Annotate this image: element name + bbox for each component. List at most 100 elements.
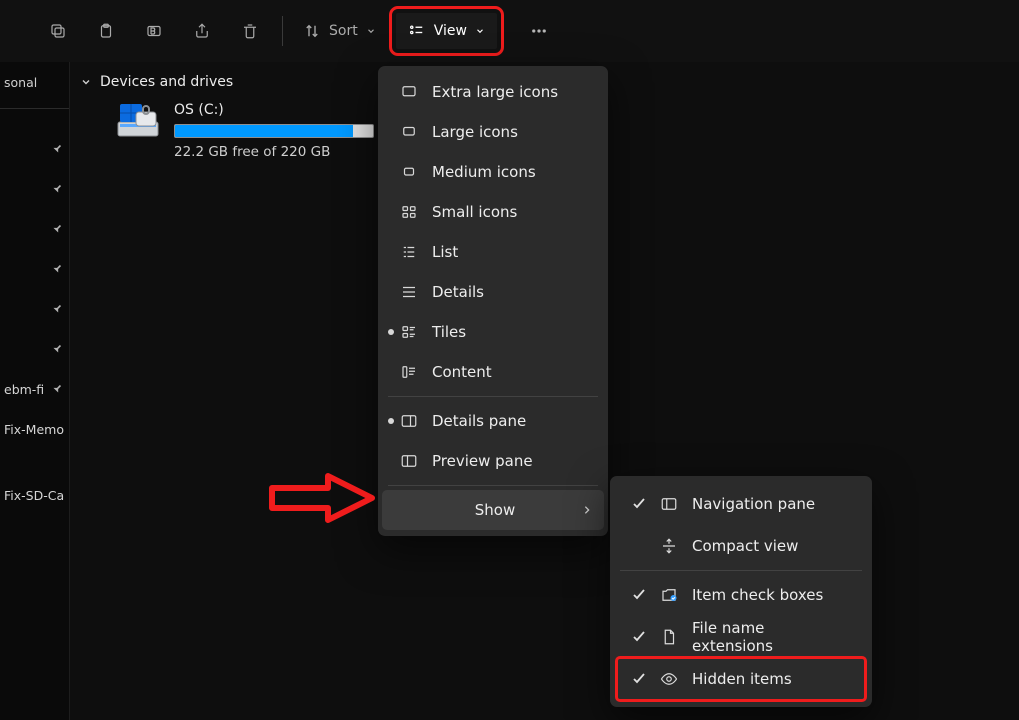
menu-item-label: Details pane	[432, 412, 526, 430]
menu-item-medium-icons[interactable]: Medium icons	[382, 152, 604, 192]
chevron-right-icon	[582, 505, 592, 515]
menu-item-details-pane[interactable]: Details pane	[382, 401, 604, 441]
menu-item-extra-large-icons[interactable]: Extra large icons	[382, 72, 604, 112]
pin-icon	[49, 221, 65, 237]
sidebar-item-pin-1[interactable]	[0, 129, 69, 169]
preview-pane-icon	[400, 452, 418, 470]
drive-usage-bar	[174, 124, 374, 138]
submenu-item-label: Compact view	[692, 537, 798, 555]
menu-item-label: List	[432, 243, 458, 261]
drive-name: OS (C:)	[174, 102, 374, 118]
sidebar-item-ebmfi[interactable]: ebm-fi	[0, 369, 69, 409]
menu-divider	[388, 485, 598, 486]
sidebar-item-personal[interactable]: sonal	[0, 62, 69, 102]
menu-item-label: Preview pane	[432, 452, 533, 470]
menu-item-large-icons[interactable]: Large icons	[382, 112, 604, 152]
compact-view-icon	[660, 537, 678, 555]
submenu-item-compact-view[interactable]: Compact view	[618, 526, 864, 566]
submenu-item-label: File name extensions	[692, 619, 850, 655]
pin-icon	[49, 301, 65, 317]
details-icon	[400, 283, 418, 301]
sidebar-item-label: sonal	[4, 75, 37, 90]
check-icon	[632, 630, 646, 644]
sidebar-item-pin-6[interactable]	[0, 329, 69, 369]
medium-icons-icon	[400, 163, 418, 181]
menu-item-label: Show	[400, 501, 590, 519]
menu-item-label: Content	[432, 363, 492, 381]
drive-icon	[116, 102, 160, 142]
check-icon	[632, 672, 646, 686]
check-icon	[632, 588, 646, 602]
menu-item-tiles[interactable]: Tiles	[382, 312, 604, 352]
list-icon	[400, 243, 418, 261]
menu-item-label: Tiles	[432, 323, 466, 341]
submenu-item-hidden-items[interactable]: Hidden items	[618, 659, 864, 699]
sidebar-item-label: ebm-fi	[4, 382, 44, 397]
drive-usage-fill	[175, 125, 353, 137]
sidebar-divider	[0, 108, 69, 109]
menu-item-label: Large icons	[432, 123, 518, 141]
section-title: Devices and drives	[100, 74, 233, 90]
menu-item-preview-pane[interactable]: Preview pane	[382, 441, 604, 481]
pin-icon	[49, 341, 65, 357]
submenu-item-navigation-pane[interactable]: Navigation pane	[618, 484, 864, 524]
sidebar-item-label: Fix-Memo	[4, 422, 64, 437]
menu-item-small-icons[interactable]: Small icons	[382, 192, 604, 232]
tiles-icon	[400, 323, 418, 341]
toolbar: Sort View	[0, 0, 1019, 62]
copy-button[interactable]	[36, 11, 80, 51]
item-checkboxes-icon	[660, 586, 678, 604]
sidebar-item-pin-3[interactable]	[0, 209, 69, 249]
menu-item-details[interactable]: Details	[382, 272, 604, 312]
submenu-item-label: Hidden items	[692, 670, 792, 688]
menu-item-list[interactable]: List	[382, 232, 604, 272]
drive-free-text: 22.2 GB free of 220 GB	[174, 144, 374, 160]
menu-item-label: Medium icons	[432, 163, 536, 181]
annotation-arrow	[268, 472, 376, 524]
pin-icon	[49, 261, 65, 277]
sidebar-item-fixsdca[interactable]: Fix-SD-Ca	[0, 475, 69, 515]
sidebar-item-pin-4[interactable]	[0, 249, 69, 289]
pin-icon	[49, 381, 65, 397]
share-button[interactable]	[180, 11, 224, 51]
sidebar-item-pin-2[interactable]	[0, 169, 69, 209]
menu-item-label: Extra large icons	[432, 83, 558, 101]
small-icons-icon	[400, 203, 418, 221]
delete-button[interactable]	[228, 11, 272, 51]
rename-button[interactable]	[132, 11, 176, 51]
large-icons-icon	[400, 123, 418, 141]
pin-icon	[49, 181, 65, 197]
submenu-item-file-name-extensions[interactable]: File name extensions	[618, 617, 864, 657]
sidebar-item-fixmemo[interactable]: Fix-Memo	[0, 409, 69, 449]
check-icon	[632, 497, 646, 511]
menu-divider	[388, 396, 598, 397]
view-button[interactable]: View	[396, 13, 497, 49]
submenu-item-item-check-boxes[interactable]: Item check boxes	[618, 575, 864, 615]
content-icon	[400, 363, 418, 381]
file-extensions-icon	[660, 628, 678, 646]
view-label: View	[434, 23, 467, 39]
view-menu: Extra large icons Large icons Medium ico…	[378, 66, 608, 536]
chevron-down-icon	[80, 76, 92, 88]
menu-item-show[interactable]: Show	[382, 490, 604, 530]
menu-item-content[interactable]: Content	[382, 352, 604, 392]
sort-button[interactable]: Sort	[293, 11, 386, 51]
submenu-item-label: Navigation pane	[692, 495, 815, 513]
sidebar: sonal ebm-fi Fix-Memo Fix-SD-Ca	[0, 62, 70, 720]
toolbar-divider	[282, 16, 283, 46]
more-button[interactable]	[517, 11, 561, 51]
eye-icon	[660, 670, 678, 688]
sidebar-item-pin-5[interactable]	[0, 289, 69, 329]
menu-item-label: Small icons	[432, 203, 517, 221]
submenu-item-label: Item check boxes	[692, 586, 823, 604]
show-submenu: Navigation pane Compact view Item check …	[610, 476, 872, 707]
menu-item-label: Details	[432, 283, 484, 301]
sort-label: Sort	[329, 23, 358, 39]
sidebar-item-label: Fix-SD-Ca	[4, 488, 64, 503]
submenu-divider	[620, 570, 862, 571]
navigation-pane-icon	[660, 495, 678, 513]
paste-button[interactable]	[84, 11, 128, 51]
extra-large-icons-icon	[400, 83, 418, 101]
pin-icon	[49, 141, 65, 157]
details-pane-icon	[400, 412, 418, 430]
